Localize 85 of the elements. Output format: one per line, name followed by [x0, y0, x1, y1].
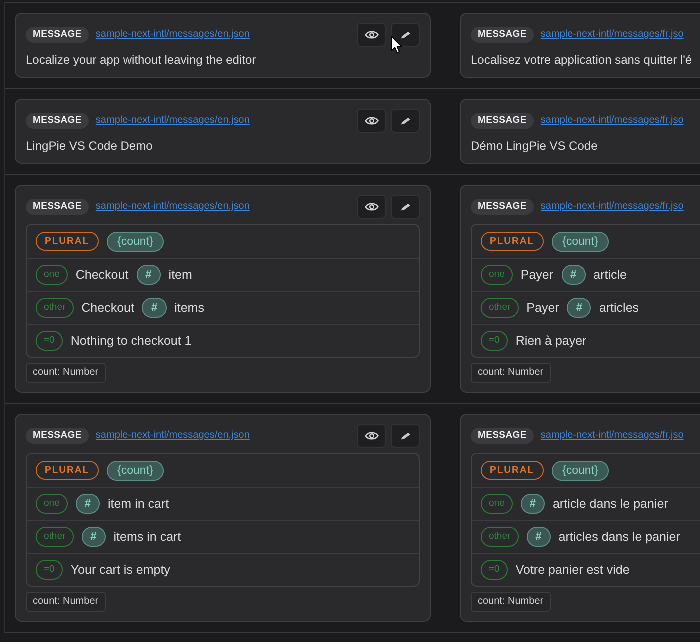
file-link[interactable]: sample-next-intl/messages/en.json: [96, 430, 250, 441]
case-text: Votre panier est vide: [516, 563, 630, 577]
selector-badge: one: [481, 494, 513, 514]
case-text: Checkout: [82, 301, 134, 315]
plural-badge: PLURAL: [481, 461, 544, 480]
count-placeholder-badge: #: [142, 298, 167, 318]
message-badge: MESSAGE: [471, 112, 534, 128]
message-badge: MESSAGE: [26, 112, 89, 128]
case-text: Rien à payer: [516, 334, 587, 348]
eye-icon: [364, 202, 378, 212]
case-text: items in cart: [114, 530, 182, 544]
message-text: Localize your app without leaving the editor: [26, 52, 258, 68]
selector-badge: =0: [481, 331, 508, 351]
plural-badge: PLURAL: [36, 461, 99, 480]
type-hint-tag: count: Number: [471, 363, 551, 383]
message-badge: MESSAGE: [471, 198, 534, 214]
count-placeholder-badge: #: [82, 527, 106, 547]
edit-button[interactable]: [391, 108, 420, 132]
eye-icon: [364, 116, 378, 126]
variable-badge: {count}: [552, 460, 610, 480]
count-placeholder-badge: #: [567, 298, 592, 318]
type-hint-tag: count: Number: [26, 592, 106, 612]
file-link[interactable]: sample-next-intl/messages/fr.jso: [540, 29, 684, 40]
message-text: LingPie VS Code Demo: [26, 138, 154, 154]
pencil-icon: [400, 432, 410, 440]
message-badge: MESSAGE: [471, 26, 534, 42]
case-text: articles dans le panier: [558, 530, 680, 544]
plural-badge: PLURAL: [481, 232, 544, 251]
count-placeholder-badge: #: [526, 527, 551, 547]
file-link[interactable]: sample-next-intl/messages/fr.jso: [540, 201, 684, 212]
eye-icon: [364, 430, 378, 440]
preview-button[interactable]: [357, 194, 386, 218]
selector-badge: one: [36, 265, 68, 285]
case-text: item: [168, 268, 192, 282]
preview-button[interactable]: [357, 424, 386, 448]
count-placeholder-badge: #: [136, 265, 161, 285]
case-text: Nothing to checkout 1: [70, 334, 192, 348]
message-badge: MESSAGE: [471, 428, 534, 444]
selector-badge: other: [36, 527, 74, 547]
case-text: Your cart is empty: [70, 563, 170, 577]
preview-button[interactable]: [357, 22, 386, 46]
count-placeholder-badge: #: [520, 494, 545, 514]
case-text: article: [594, 268, 627, 282]
message-text: Localisez votre application sans quitter l'é: [471, 52, 694, 68]
case-text: items: [174, 301, 204, 315]
variable-badge: {count}: [552, 232, 610, 252]
pencil-icon: [400, 202, 410, 210]
selector-badge: one: [481, 265, 513, 285]
message-badge: MESSAGE: [26, 198, 89, 214]
message-text: Démo LingPie VS Code: [471, 138, 599, 154]
file-link[interactable]: sample-next-intl/messages/fr.jso: [540, 115, 684, 126]
type-hint-tag: count: Number: [26, 363, 106, 383]
preview-button[interactable]: [357, 108, 386, 132]
selector-badge: other: [36, 298, 74, 318]
selector-badge: =0: [36, 331, 63, 351]
count-placeholder-badge: #: [562, 265, 586, 285]
selector-badge: =0: [36, 560, 63, 580]
edit-button[interactable]: [391, 424, 420, 448]
variable-badge: {count}: [106, 460, 164, 480]
cursor-icon: [391, 36, 403, 54]
selector-badge: one: [36, 494, 68, 514]
file-link[interactable]: sample-next-intl/messages/en.json: [96, 115, 250, 126]
case-text: Checkout: [76, 268, 129, 282]
type-hint-tag: count: Number: [471, 592, 551, 612]
pencil-icon: [400, 116, 410, 124]
plural-badge: PLURAL: [36, 232, 99, 251]
case-text: Payer: [520, 268, 554, 282]
case-text: article dans le panier: [552, 497, 668, 511]
message-badge: MESSAGE: [26, 26, 89, 42]
case-text: articles: [599, 301, 640, 315]
selector-badge: =0: [481, 560, 508, 580]
file-link[interactable]: sample-next-intl/messages/en.json: [96, 29, 250, 40]
file-link[interactable]: sample-next-intl/messages/fr.jso: [540, 430, 684, 441]
selector-badge: other: [481, 298, 519, 318]
variable-badge: {count}: [106, 232, 164, 252]
edit-button[interactable]: [391, 22, 420, 46]
case-text: Payer: [526, 301, 560, 315]
file-link[interactable]: sample-next-intl/messages/en.json: [96, 201, 250, 212]
count-placeholder-badge: #: [76, 494, 100, 514]
case-text: item in cart: [108, 497, 170, 511]
edit-button[interactable]: [391, 194, 420, 218]
selector-badge: other: [481, 527, 519, 547]
eye-icon: [364, 30, 378, 40]
pencil-icon: [400, 30, 410, 38]
message-badge: MESSAGE: [26, 428, 89, 444]
